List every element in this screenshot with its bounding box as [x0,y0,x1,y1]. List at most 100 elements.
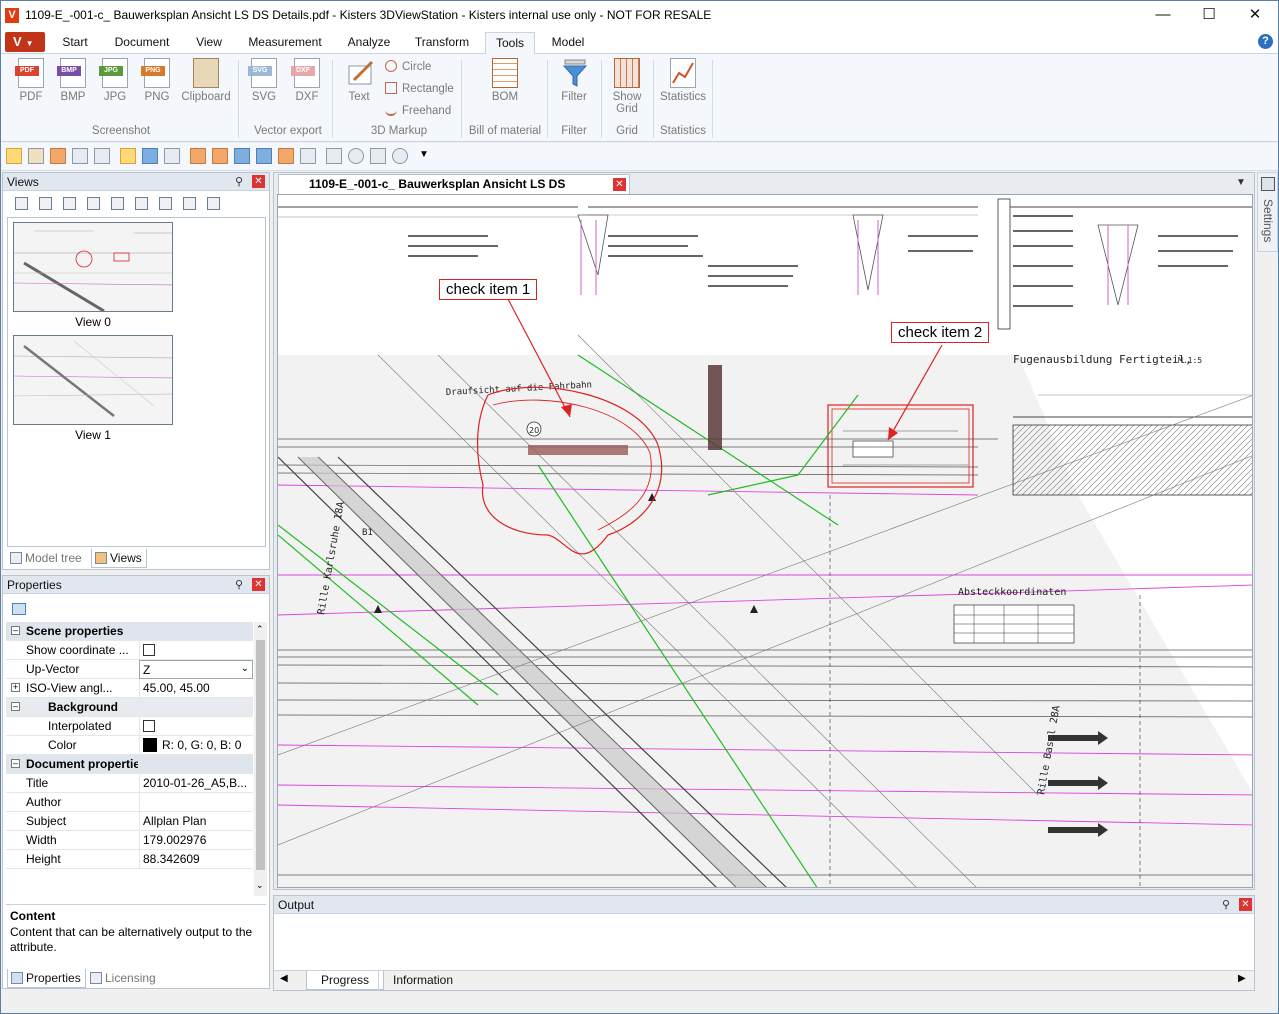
view-right-icon[interactable] [256,148,272,164]
zoom-icon[interactable] [94,148,110,164]
fit-all-icon[interactable] [120,148,136,164]
tab-start[interactable]: Start [53,32,97,54]
properties-scrollbar[interactable]: ⌃ ⌄ [254,622,267,896]
view-back-icon[interactable] [212,148,228,164]
view-thumbnail-0[interactable] [13,222,173,312]
zoom-box-icon[interactable] [72,148,88,164]
prop-value-show-coordinate[interactable] [139,641,253,660]
markup-circle-button[interactable]: Circle [385,60,431,73]
tab-views[interactable]: Views [91,549,147,568]
help-icon[interactable]: ? [1258,34,1273,49]
drawing-canvas[interactable]: Fugenausbildung Fertigteil, M.1:5 Abstec… [277,194,1253,888]
expand-icon[interactable]: + [11,683,20,692]
scroll-up-icon[interactable]: ⌃ [256,624,264,635]
subject-value[interactable]: Allplan Plan [139,812,253,831]
export-svg-button[interactable]: SVG SVG [244,58,284,103]
chevron-down-icon[interactable]: ⌄ [241,663,249,674]
close-document-icon[interactable]: ✕ [613,178,626,191]
select-tool-icon[interactable] [6,148,22,164]
tab-properties[interactable]: Properties [7,969,86,988]
view-delete-icon[interactable] [87,197,100,210]
scroll-right-icon[interactable]: ▶ [1238,973,1246,984]
view-cycle-icon[interactable] [207,197,220,210]
toolbar-overflow-icon[interactable]: ▼ [419,149,429,160]
screenshot-jpg-button[interactable]: JPG JPG [95,58,135,103]
rectangle-markup-icon[interactable] [370,148,386,164]
statistics-button[interactable]: Statistics [659,58,707,103]
view-left-icon[interactable] [234,148,250,164]
view-prev-icon[interactable] [111,197,124,210]
cloud-markup-icon[interactable] [392,148,408,164]
pan-tool-icon[interactable] [50,148,66,164]
annotation-check-item-1[interactable]: check item 1 [439,279,538,300]
rotate-tool-icon[interactable] [28,148,44,164]
color-swatch[interactable] [143,738,157,752]
show-grid-button[interactable]: Show Grid [607,58,647,115]
view-stop-icon[interactable] [135,197,148,210]
view-add-icon[interactable] [39,197,52,210]
color-value[interactable]: R: 0, G: 0, B: 0 [139,736,253,755]
close-icon[interactable]: ✕ [1239,898,1252,911]
tab-document[interactable]: Document [105,32,179,54]
settings-side-tab[interactable]: Settings [1257,172,1278,252]
document-list-icon[interactable]: ▼ [1236,177,1246,188]
close-icon[interactable]: ✕ [252,175,265,188]
collapse-icon[interactable]: – [11,759,20,768]
tab-information[interactable]: Information [378,971,467,990]
screenshot-png-button[interactable]: PNG PNG [137,58,177,103]
view-next-icon[interactable] [159,197,172,210]
screenshot-bmp-button[interactable]: BMP BMP [53,58,93,103]
category-scene-properties[interactable]: – Scene properties [6,622,253,641]
view-top-icon[interactable] [278,148,294,164]
category-document-properties[interactable]: – Document properties [6,755,253,774]
scrollbar-thumb[interactable] [256,640,265,870]
view-export-icon[interactable] [183,197,196,210]
scroll-down-icon[interactable]: ⌄ [256,880,264,891]
view-refresh-icon[interactable] [63,197,76,210]
category-background[interactable]: – Background [6,698,253,717]
tab-licensing[interactable]: Licensing [87,969,160,988]
tab-analyze[interactable]: Analyze [339,32,399,54]
pin-icon[interactable]: ⚲ [235,175,243,188]
pin-icon[interactable]: ⚲ [1222,898,1230,911]
pin-icon[interactable]: ⚲ [235,578,243,591]
fit-selection-icon[interactable] [142,148,158,164]
bom-button[interactable]: BOM [485,58,525,103]
close-window-button[interactable]: ✕ [1232,1,1278,30]
view-front-icon[interactable] [190,148,206,164]
iso-view-value[interactable]: 45.00, 45.00 [139,679,253,698]
tab-tools[interactable]: Tools [485,32,535,54]
tab-measurement[interactable]: Measurement [239,32,331,54]
up-vector-select[interactable]: Z ⌄ [139,660,253,679]
tab-progress[interactable]: Progress [306,971,385,990]
document-tab[interactable]: 1109-E_-001-c_ Bauwerksplan Ansicht LS D… [278,174,630,210]
markup-freehand-button[interactable]: Freehand [385,104,451,117]
markup-text-button[interactable]: Text [339,58,379,103]
tab-view[interactable]: View [187,32,231,54]
measure-distance-icon[interactable] [326,148,342,164]
collapse-icon[interactable]: – [11,626,20,635]
maximize-button[interactable]: ☐ [1186,1,1232,30]
select-region-icon[interactable] [164,148,180,164]
minimize-button[interactable]: — [1140,1,1186,30]
scroll-left-icon[interactable]: ◀ [280,973,288,984]
view-bottom-icon[interactable] [300,148,316,164]
tab-transform[interactable]: Transform [407,32,477,54]
interpolated-checkbox[interactable] [143,720,155,732]
author-value[interactable] [139,793,253,812]
export-dxf-button[interactable]: DXF DXF [287,58,327,103]
tab-model-tree[interactable]: Model tree [7,549,86,568]
screenshot-clipboard-button[interactable]: Clipboard [179,58,233,103]
height-value[interactable]: 88.342609 [139,850,253,869]
properties-copy-icon[interactable] [12,603,26,615]
prop-value-interpolated[interactable] [139,717,253,736]
filter-button[interactable]: Filter [554,58,594,103]
close-icon[interactable]: ✕ [252,578,265,591]
app-menu-button[interactable]: V ▼ [5,32,45,52]
view-home-icon[interactable] [15,197,28,210]
markup-rectangle-button[interactable]: Rectangle [385,82,454,95]
show-coordinate-checkbox[interactable] [143,644,155,656]
width-value[interactable]: 179.002976 [139,831,253,850]
tab-model[interactable]: Model [543,32,593,54]
collapse-icon[interactable]: – [11,702,20,711]
